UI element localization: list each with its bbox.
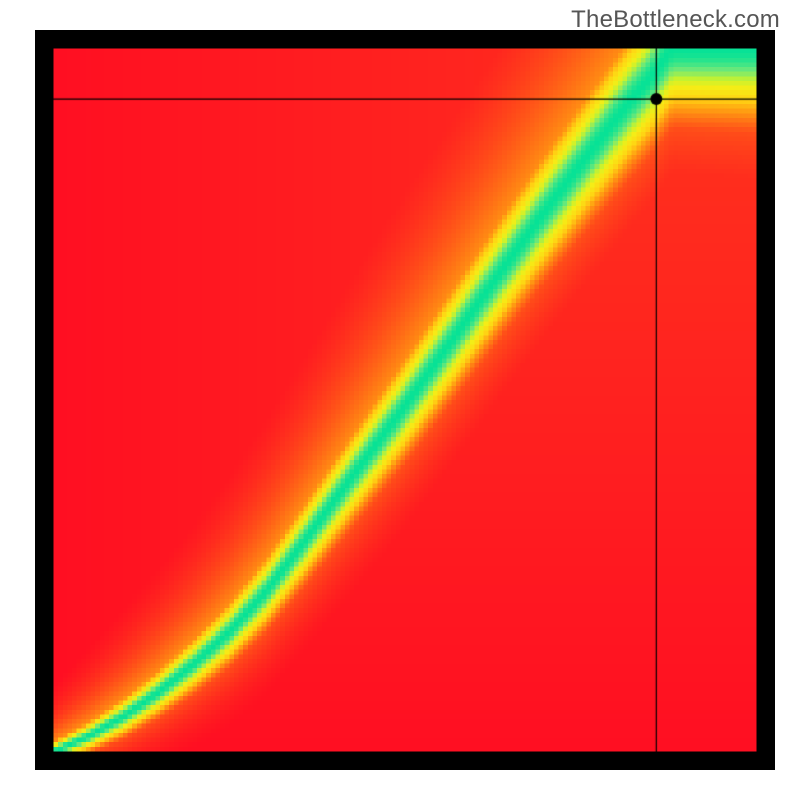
bottleneck-heatmap [35, 30, 775, 770]
crosshair-overlay [35, 30, 775, 770]
